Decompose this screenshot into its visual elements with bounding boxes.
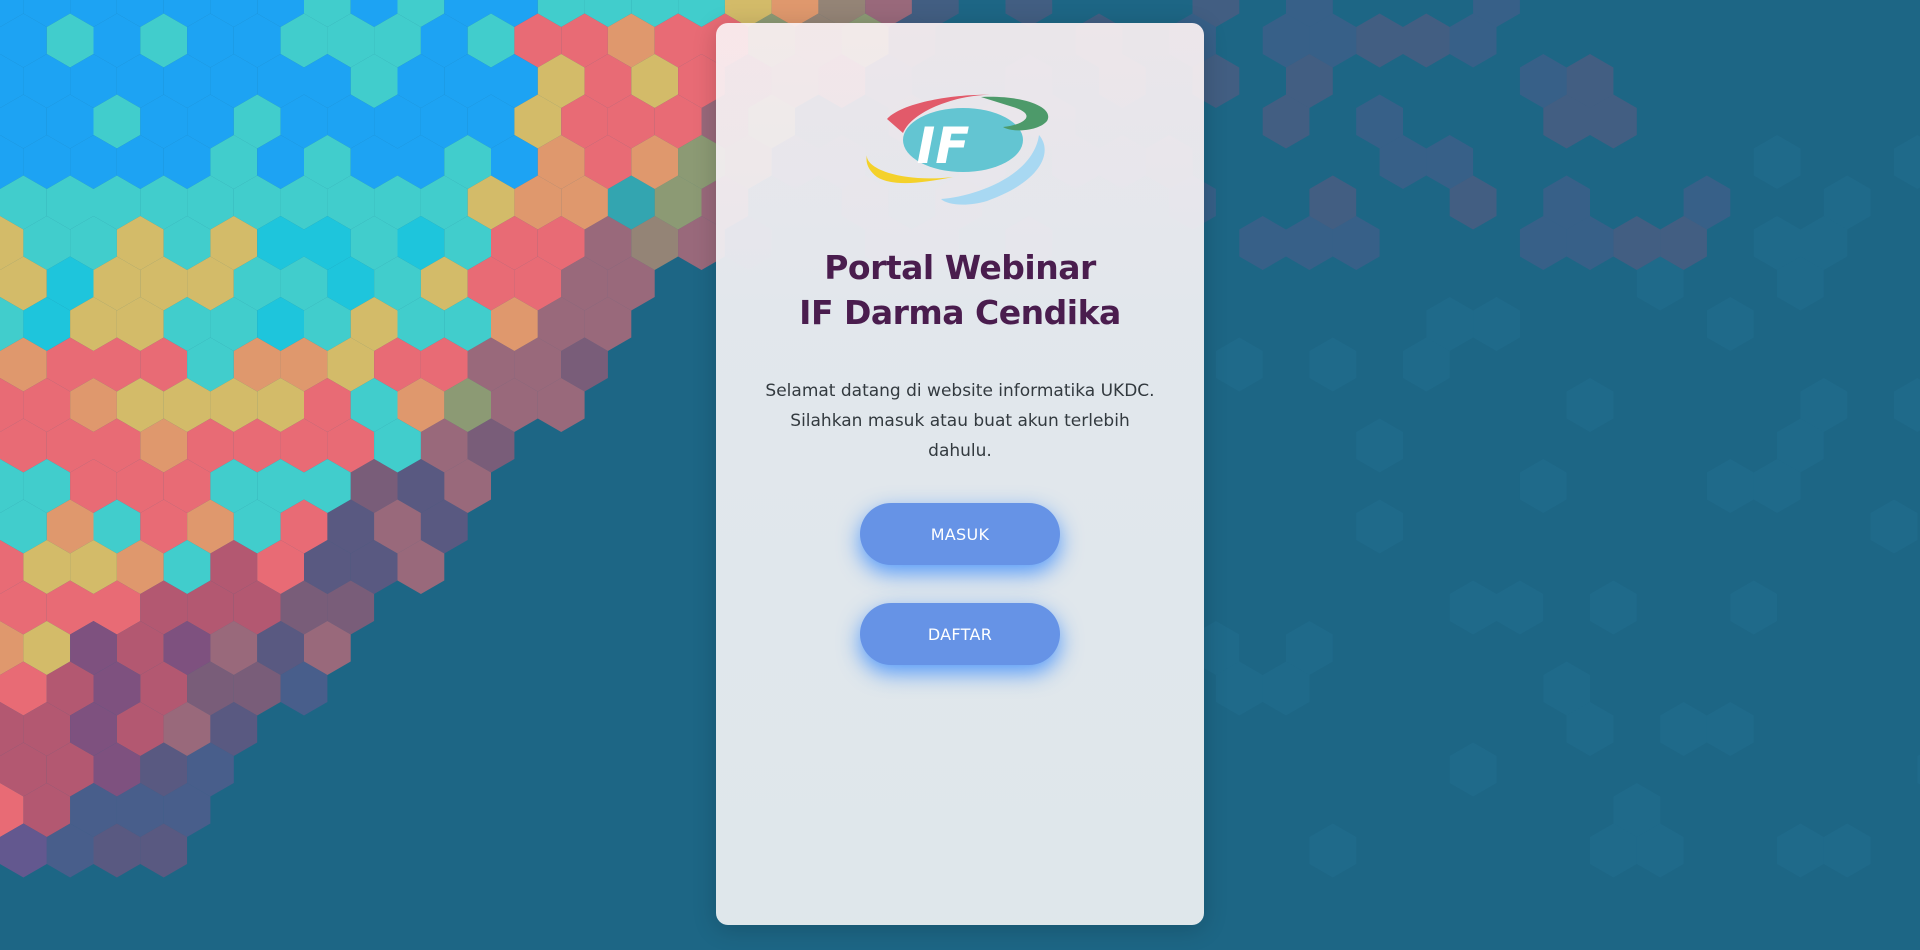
register-button[interactable]: DAFTAR <box>860 603 1060 665</box>
background-hexagon <box>1239 216 1286 270</box>
background-hexagon <box>1403 13 1450 68</box>
welcome-text: Selamat datang di website informatika UK… <box>760 376 1160 466</box>
welcome-text-line-1: Selamat datang di website informatika UK… <box>765 381 1155 401</box>
background-hexagon <box>1660 702 1707 756</box>
page-title: Portal Webinar IF Darma Cendika <box>716 245 1204 335</box>
background-hexagon <box>1309 337 1357 392</box>
welcome-text-line-3: dahulu. <box>928 441 992 461</box>
background-hexagon <box>1706 702 1754 756</box>
background-hexagon <box>1449 742 1497 797</box>
logo-letters: IF <box>917 117 970 175</box>
background-hexagon <box>1356 418 1403 473</box>
background-hexagon <box>1309 823 1357 878</box>
background-hexagon <box>1590 580 1637 635</box>
background-hexagon <box>1894 135 1920 189</box>
background-hexagon <box>1706 459 1754 513</box>
welcome-text-line-2: Silahkan masuk atau buat akun terlebih <box>790 411 1130 431</box>
if-logo-icon: IF <box>866 94 1049 205</box>
background-hexagon <box>1519 459 1567 513</box>
background-hexagon <box>1706 297 1754 351</box>
welcome-card: IF Portal Webinar IF Darma Cendika Selam… <box>716 23 1204 925</box>
background-hexagon <box>1730 580 1778 635</box>
background-hexagon <box>1894 378 1920 432</box>
background-hexagon <box>1777 823 1824 878</box>
background-hexagon <box>1823 823 1871 878</box>
background-hexagon <box>1566 378 1614 432</box>
background-hexagon <box>1449 580 1497 635</box>
background-hexagon <box>1870 499 1918 554</box>
login-button[interactable]: MASUK <box>860 503 1060 565</box>
background-hexagon <box>1753 135 1801 189</box>
title-line-2: IF Darma Cendika <box>799 293 1121 332</box>
background-hexagon <box>1496 580 1544 635</box>
background-hexagon <box>1215 337 1263 392</box>
title-line-1: Portal Webinar <box>824 248 1096 287</box>
background-hexagon <box>1356 499 1403 554</box>
background-hexagon <box>1473 297 1520 351</box>
background-hexagon <box>1356 13 1403 68</box>
